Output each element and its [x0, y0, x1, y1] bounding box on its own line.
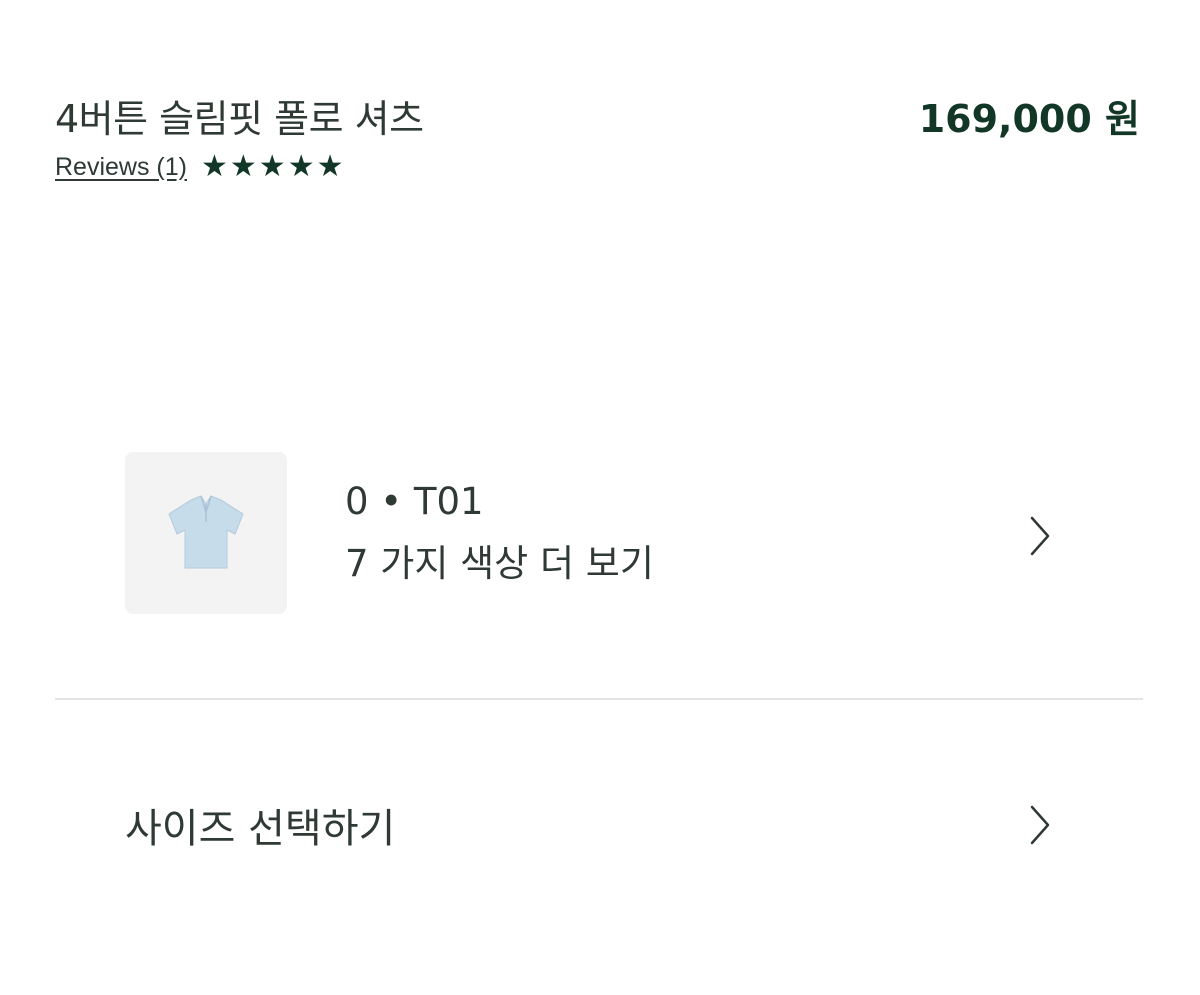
star-icon: ★ — [287, 149, 315, 184]
star-icon: ★ — [229, 149, 257, 184]
product-title: 4버튼 슬림핏 폴로 셔츠 — [55, 97, 424, 141]
star-icon: ★ — [258, 149, 286, 184]
size-selector-label: 사이즈 선택하기 — [125, 806, 396, 852]
more-colors-label: 7 가지 색상 더 보기 — [345, 541, 654, 585]
rating-stars: ★ ★ ★ ★ ★ — [201, 152, 344, 182]
size-selector-row[interactable]: 사이즈 선택하기 — [125, 790, 1075, 860]
color-code: 0 • T01 — [345, 479, 484, 523]
chevron-right-icon — [1030, 516, 1050, 556]
product-detail-page: 4버튼 슬림핏 폴로 셔츠 169,000 원 Reviews (1) ★ ★ … — [0, 0, 1200, 995]
color-info: 0 • T01 7 가지 색상 더 보기 — [345, 480, 654, 587]
chevron-right-icon — [1030, 805, 1050, 845]
color-selector-row[interactable]: 0 • T01 7 가지 색상 더 보기 — [125, 452, 1075, 614]
star-icon: ★ — [316, 149, 344, 184]
polo-shirt-icon — [168, 495, 244, 569]
reviews-row: Reviews (1) ★ ★ ★ ★ ★ — [55, 152, 344, 182]
star-icon: ★ — [200, 149, 228, 184]
section-divider — [55, 698, 1143, 700]
product-thumbnail — [125, 452, 287, 614]
product-price: 169,000 원 — [918, 97, 1140, 141]
reviews-link[interactable]: Reviews (1) — [55, 153, 187, 182]
